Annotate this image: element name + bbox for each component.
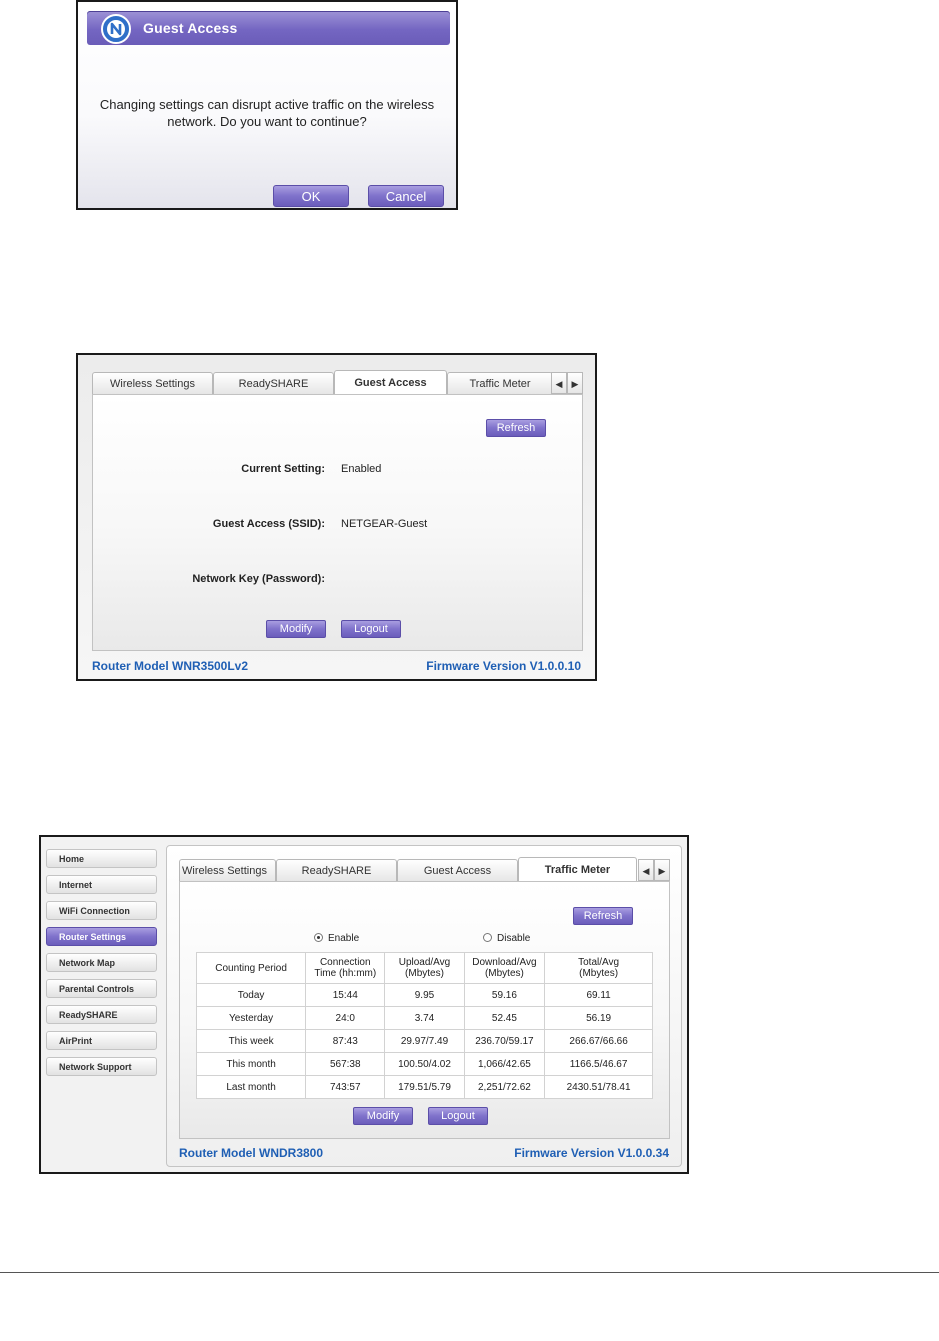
ssid-value: NETGEAR-Guest (341, 518, 428, 530)
tab-traffic-meter[interactable]: Traffic Meter (518, 857, 637, 881)
table-row: This month 567:38 100.50/4.02 1,066/42.6… (195, 1052, 653, 1076)
header-upload: Upload/Avg (Mbytes) (384, 952, 465, 984)
table-cell: This month (195, 1052, 307, 1076)
table-cell: 179.51/5.79 (384, 1075, 465, 1099)
tab-scroll: ◀ ▶ (551, 372, 583, 394)
table-cell: 87:43 (305, 1029, 386, 1053)
table-row: This week 87:43 29.97/7.49 236.70/59.17 … (195, 1029, 653, 1053)
sidebar-item-internet[interactable]: Internet (46, 875, 157, 894)
logout-button[interactable]: Logout (341, 620, 401, 638)
current-setting-value: Enabled (341, 463, 382, 475)
table-cell: 743:57 (305, 1075, 386, 1099)
header-counting-period: Counting Period (195, 952, 307, 984)
tab-traffic-meter[interactable]: Traffic Meter (447, 372, 553, 394)
header-total: Total/Avg (Mbytes) (544, 952, 653, 984)
tab-wireless-settings[interactable]: Wireless Settings (179, 859, 276, 881)
tab-scroll-right-icon[interactable]: ▶ (654, 859, 670, 881)
page-divider (0, 1272, 939, 1273)
tab-scroll-left-icon[interactable]: ◀ (551, 372, 567, 394)
radio-selected-icon[interactable] (314, 933, 323, 942)
ok-button[interactable]: OK (273, 185, 349, 207)
table-cell: 2430.51/78.41 (544, 1075, 653, 1099)
tab-guest-access[interactable]: Guest Access (397, 859, 518, 881)
traffic-table: Counting Period Connection Time (hh:mm) U… (195, 952, 653, 1099)
dialog-message: Changing settings can disrupt active tra… (99, 97, 435, 129)
disable-radio[interactable]: Disable (483, 933, 530, 944)
sidebar-item-readyshare[interactable]: ReadySHARE (46, 1005, 157, 1024)
table-cell: 100.50/4.02 (384, 1052, 465, 1076)
guest-access-dialog: Guest Access Changing settings can disru… (76, 0, 458, 210)
refresh-button[interactable]: Refresh (573, 907, 633, 925)
table-cell: 69.11 (544, 983, 653, 1007)
firmware-version: Firmware Version V1.0.0.10 (426, 659, 581, 673)
tab-scroll: ◀ ▶ (638, 859, 670, 881)
table-cell: 52.45 (463, 1006, 546, 1030)
router-model: Router Model WNDR3800 (179, 1146, 324, 1160)
network-key-label: Network Key (Password): (192, 573, 325, 585)
guest-access-content: Refresh Current Setting: Enabled Guest A… (92, 394, 583, 651)
sidebar-item-home[interactable]: Home (46, 849, 157, 868)
tab-readyshare[interactable]: ReadySHARE (213, 372, 334, 394)
table-cell: Today (195, 983, 307, 1007)
table-cell: 59.16 (463, 983, 546, 1007)
firmware-version: Firmware Version V1.0.0.34 (514, 1146, 669, 1160)
header-download: Download/Avg (Mbytes) (463, 952, 546, 984)
modify-button[interactable]: Modify (353, 1107, 413, 1125)
traffic-meter-main: Wireless Settings ReadySHARE Guest Acces… (166, 845, 682, 1167)
tab-bar: Wireless Settings ReadySHARE Guest Acces… (179, 857, 637, 881)
modify-button[interactable]: Modify (266, 620, 326, 638)
table-row: Last month 743:57 179.51/5.79 2,251/72.6… (195, 1075, 653, 1099)
table-cell: 2,251/72.62 (463, 1075, 546, 1099)
radio-unselected-icon[interactable] (483, 933, 492, 942)
table-header-row: Counting Period Connection Time (hh:mm) U… (195, 952, 653, 984)
table-cell: This week (195, 1029, 307, 1053)
traffic-meter-content: Refresh Enable Disable Counting Period C… (179, 881, 670, 1139)
header-connection-time: Connection Time (hh:mm) (305, 952, 386, 984)
table-cell: 236.70/59.17 (463, 1029, 546, 1053)
logout-button[interactable]: Logout (428, 1107, 488, 1125)
netgear-n-logo-icon (101, 14, 131, 44)
table-cell: 1,066/42.65 (463, 1052, 546, 1076)
table-cell: 567:38 (305, 1052, 386, 1076)
tab-scroll-right-icon[interactable]: ▶ (567, 372, 583, 394)
table-row: Today 15:44 9.95 59.16 69.11 (195, 983, 653, 1007)
sidebar-item-parental-controls[interactable]: Parental Controls (46, 979, 157, 998)
tab-wireless-settings[interactable]: Wireless Settings (92, 372, 213, 394)
tab-bar: Wireless Settings ReadySHARE Guest Acces… (92, 370, 553, 394)
table-cell: 24:0 (305, 1006, 386, 1030)
router-model: Router Model WNR3500Lv2 (92, 659, 249, 673)
tab-readyshare[interactable]: ReadySHARE (276, 859, 397, 881)
table-cell: 29.97/7.49 (384, 1029, 465, 1053)
sidebar-item-wifi-connection[interactable]: WiFi Connection (46, 901, 157, 920)
enable-label: Enable (328, 933, 360, 944)
table-cell: 266.67/66.66 (544, 1029, 653, 1053)
refresh-button[interactable]: Refresh (486, 419, 546, 437)
table-cell: 3.74 (384, 1006, 465, 1030)
ssid-label: Guest Access (SSID): (212, 518, 325, 530)
current-setting-label: Current Setting: (241, 463, 325, 475)
sidebar-item-router-settings[interactable]: Router Settings (46, 927, 157, 946)
table-cell: Last month (195, 1075, 307, 1099)
dialog-title: Guest Access (143, 20, 238, 36)
table-cell: 1166.5/46.67 (544, 1052, 653, 1076)
guest-access-panel: Wireless Settings ReadySHARE Guest Acces… (76, 353, 597, 681)
table-cell: 9.95 (384, 983, 465, 1007)
table-cell: Yesterday (195, 1006, 307, 1030)
cancel-button[interactable]: Cancel (368, 185, 444, 207)
traffic-meter-panel: Home Internet WiFi Connection Router Set… (39, 835, 689, 1174)
sidebar-item-airprint[interactable]: AirPrint (46, 1031, 157, 1050)
dialog-title-bar: Guest Access (87, 11, 450, 45)
table-cell: 56.19 (544, 1006, 653, 1030)
enable-radio[interactable]: Enable (314, 933, 359, 944)
disable-label: Disable (497, 933, 531, 944)
tab-guest-access[interactable]: Guest Access (334, 370, 447, 394)
table-cell: 15:44 (305, 983, 386, 1007)
table-row: Yesterday 24:0 3.74 52.45 56.19 (195, 1006, 653, 1030)
tab-scroll-left-icon[interactable]: ◀ (638, 859, 654, 881)
sidebar-item-network-support[interactable]: Network Support (46, 1057, 157, 1076)
sidebar-item-network-map[interactable]: Network Map (46, 953, 157, 972)
